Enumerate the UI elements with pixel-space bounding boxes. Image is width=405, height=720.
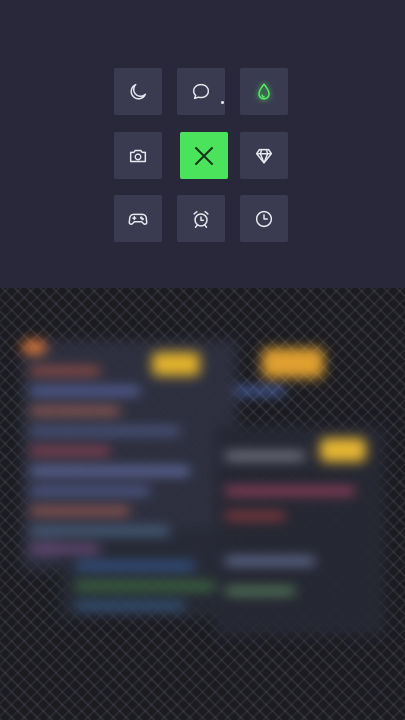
games-tile[interactable] [114,195,162,242]
code-line [30,528,170,534]
water-tile[interactable] [240,68,288,115]
alarm-clock-icon [193,210,209,228]
launcher-panel [0,0,405,288]
alarm-tile[interactable] [177,195,225,242]
diamond-icon [255,148,273,164]
quick-action-grid [114,68,289,243]
droplet-icon [258,82,270,100]
highlight-chip [152,352,200,376]
messages-tile[interactable] [177,68,225,115]
gamepad-icon [128,213,148,225]
code-line [30,508,130,514]
clock-tile[interactable] [240,195,288,242]
clock-icon [255,210,273,227]
code-line [75,603,185,609]
close-icon [195,146,213,165]
code-line [75,563,195,569]
code-line [30,388,140,394]
code-line [225,588,295,594]
blurred-code-editor [0,288,405,720]
code-line [225,453,305,459]
code-line [30,468,190,474]
chat-bubble-icon [192,83,210,99]
code-line [30,488,150,494]
moon-icon [130,83,147,99]
notification-dot [221,101,224,104]
code-line [30,428,180,434]
code-line [225,513,285,519]
highlight-chip [320,438,366,462]
code-line [225,488,355,494]
camera-icon [129,149,147,162]
code-line [30,448,110,454]
night-mode-tile[interactable] [114,68,162,115]
highlight-chip [262,348,324,378]
code-line [30,546,100,552]
premium-tile[interactable] [240,132,288,179]
wallpaper-panel [0,288,405,720]
code-line [225,558,315,564]
close-tile[interactable] [180,132,228,179]
code-line [30,408,120,414]
code-line [235,388,285,394]
camera-tile[interactable] [114,132,162,179]
code-line [75,583,215,589]
code-line [30,368,100,374]
highlight-chip [22,340,46,354]
